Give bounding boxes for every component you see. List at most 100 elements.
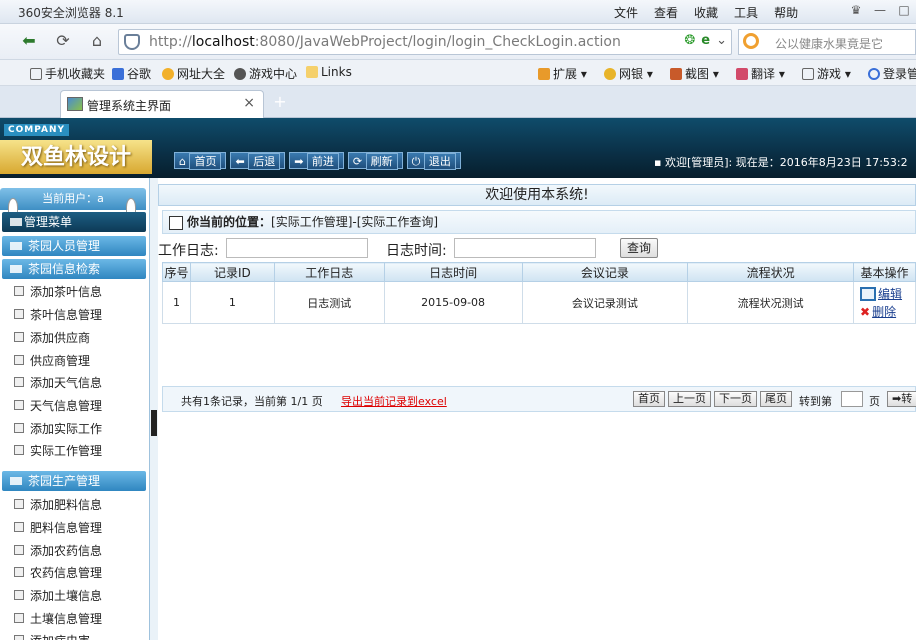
first-page-button[interactable]: 首页 [633, 391, 665, 407]
nav-logout-button[interactable]: ⏻ 退出 [406, 152, 461, 170]
breadcrumb-label: 你当前的位置： [187, 215, 272, 229]
sidebar-item-soil-manage[interactable]: 土壤信息管理 [14, 610, 102, 627]
sidebar-item-pesticide-manage[interactable]: 农药信息管理 [14, 564, 102, 581]
delete-icon: ✖ [860, 304, 871, 319]
fav-translate[interactable]: 翻译 ▾ [736, 65, 785, 82]
app-header: COMPANY 双鱼林设计 ⌂ 首页 ⬅ 后退 ➡ 前进 ⟳ 刷新 ⏻ 退出 ▪… [0, 118, 916, 178]
skin-icon[interactable]: ♛ [844, 0, 868, 22]
section-staff[interactable]: 茶园人员管理 [2, 236, 146, 256]
browser-titlebar: 360安全浏览器 8.1 文件 查看 收藏 工具 帮助 ♛ — □ [0, 0, 916, 24]
sidebar-item-add-work[interactable]: 添加实际工作 [14, 420, 102, 437]
query-button[interactable]: 查询 [620, 238, 659, 258]
cell-time: 2015-09-08 [383, 281, 523, 324]
search-box[interactable]: 公以健康水果竟是它 [738, 29, 916, 55]
col-flow: 流程状况 [687, 262, 855, 282]
goto-label: 转到第 [799, 395, 832, 408]
breadcrumb: 你当前的位置：[实际工作管理]-[实际工作查询] [162, 210, 916, 234]
menu-favorites[interactable]: 收藏 [694, 4, 718, 21]
menu-file[interactable]: 文件 [614, 4, 638, 21]
sidebar-item-tea-manage[interactable]: 茶叶信息管理 [14, 306, 102, 323]
menu-view[interactable]: 查看 [654, 4, 678, 21]
fav-google[interactable]: 谷歌 [112, 65, 151, 82]
sidebar-item-fertilizer-manage[interactable]: 肥料信息管理 [14, 519, 102, 536]
menu-tools[interactable]: 工具 [734, 4, 758, 21]
fav-games-center[interactable]: 游戏中心 [234, 65, 297, 82]
export-excel-link[interactable]: 导出当前记录到excel [341, 393, 447, 409]
last-page-button[interactable]: 尾页 [760, 391, 792, 407]
col-id: 记录ID [189, 262, 275, 282]
menu-title[interactable]: 管理菜单 [2, 212, 146, 232]
sidebar-item-work-manage[interactable]: 实际工作管理 [14, 442, 102, 459]
fav-links[interactable]: Links [306, 65, 352, 79]
browser-menu: 文件 查看 收藏 工具 帮助 [614, 4, 798, 21]
menu-help[interactable]: 帮助 [774, 4, 798, 21]
cell-flow: 流程状况测试 [687, 281, 855, 324]
log-input[interactable] [226, 238, 368, 258]
edit-link[interactable]: 编辑 [860, 285, 915, 303]
ie-mode-icon[interactable]: e [701, 33, 710, 48]
fav-sites[interactable]: 网址大全 [162, 65, 225, 82]
address-tools: ❂ e ⌄ [684, 33, 727, 48]
shield-icon [124, 34, 140, 50]
header-nav: ⌂ 首页 ⬅ 后退 ➡ 前进 ⟳ 刷新 ⏻ 退出 [174, 152, 461, 170]
fav-bank[interactable]: 网银 ▾ [604, 65, 653, 82]
address-url[interactable]: http://localhost:8080/JavaWebProject/log… [149, 34, 621, 50]
prev-page-button[interactable]: 上一页 [668, 391, 711, 407]
cell-no: 1 [162, 281, 191, 324]
fav-screenshot[interactable]: 截图 ▾ [670, 65, 719, 82]
dropdown-arrow-icon[interactable]: ⌄ [716, 33, 727, 48]
new-tab-button[interactable]: + [270, 94, 290, 112]
sidebar-splitter[interactable] [150, 178, 158, 640]
pager: 共有1条记录，当前第 1/1 页 导出当前记录到excel 首页 上一页 下一页… [162, 386, 916, 412]
nav-back-button[interactable]: ⬅ 后退 [230, 152, 286, 170]
section-production[interactable]: 茶园生产管理 [2, 471, 146, 491]
go-button[interactable]: ➡转 [887, 391, 916, 407]
fav-mobile[interactable]: 手机收藏夹 [30, 65, 105, 82]
sidebar-item-supplier-manage[interactable]: 供应商管理 [14, 352, 90, 369]
tab-main[interactable]: 管理系统主界面 × [60, 90, 264, 118]
tab-close-icon[interactable]: × [243, 95, 255, 111]
sidebar-item-weather-manage[interactable]: 天气信息管理 [14, 397, 102, 414]
sidebar-item-add-supplier[interactable]: 添加供应商 [14, 329, 90, 346]
minimize-icon[interactable]: — [868, 0, 892, 22]
fav-games[interactable]: 游戏 ▾ [802, 65, 851, 82]
page-number-input[interactable] [841, 391, 863, 407]
compat-icon[interactable]: ❂ [684, 33, 695, 48]
time-input[interactable] [454, 238, 596, 258]
delete-link[interactable]: ✖ 删除 [860, 303, 915, 321]
current-user: 当前用户：a [0, 188, 146, 210]
breadcrumb-path: [实际工作管理]-[实际工作查询] [271, 215, 439, 229]
page-unit-label: 页 [869, 395, 880, 408]
app-logo: 双鱼林设计 [0, 140, 152, 174]
table-header-row: 序号 记录ID 工作日志 日志时间 会议记录 流程状况 基本操作 [162, 262, 916, 282]
company-label: COMPANY [4, 124, 69, 136]
col-meeting: 会议记录 [521, 262, 689, 282]
col-time: 日志时间 [383, 262, 523, 282]
sidebar-item-add-tea[interactable]: 添加茶叶信息 [14, 283, 102, 300]
search-input[interactable]: 公以健康水果竟是它 [775, 35, 883, 52]
sidebar-item-add-fertilizer[interactable]: 添加肥料信息 [14, 496, 102, 513]
sidebar-item-add-weather[interactable]: 添加天气信息 [14, 374, 102, 391]
home-icon[interactable]: ⌂ [84, 30, 110, 54]
col-no: 序号 [162, 262, 191, 282]
back-arrow-icon[interactable]: ⬅ [16, 30, 42, 54]
sidebar-item-add-pesticide[interactable]: 添加农药信息 [14, 542, 102, 559]
collapse-handle-icon[interactable] [151, 410, 157, 436]
sidebar-item-add-pest[interactable]: 添加病虫害 [14, 632, 90, 640]
address-bar[interactable]: http://localhost:8080/JavaWebProject/log… [118, 29, 732, 55]
fav-login[interactable]: 登录管 [868, 65, 916, 82]
nav-refresh-button[interactable]: ⟳ 刷新 [347, 152, 403, 170]
browser-navbar: ⬅ ⟳ ⌂ http://localhost:8080/JavaWebProje… [0, 24, 916, 60]
sidebar-item-add-soil[interactable]: 添加土壤信息 [14, 587, 102, 604]
time-label: 日志时间: [386, 243, 447, 259]
window-controls: ♛ — □ [844, 0, 916, 22]
favorites-bar: 手机收藏夹 谷歌 网址大全 游戏中心 Links 扩展 ▾ 网银 ▾ 截图 ▾ … [0, 60, 916, 86]
fav-extensions[interactable]: 扩展 ▾ [538, 65, 587, 82]
record-count: 共有1条记录，当前第 1/1 页 [181, 395, 323, 408]
nav-home-button[interactable]: ⌂ 首页 [174, 152, 227, 170]
nav-forward-button[interactable]: ➡ 前进 [289, 152, 344, 170]
refresh-icon[interactable]: ⟳ [50, 30, 76, 54]
next-page-button[interactable]: 下一页 [714, 391, 757, 407]
section-info[interactable]: 茶园信息检索 [2, 259, 146, 279]
maximize-icon[interactable]: □ [892, 0, 916, 22]
